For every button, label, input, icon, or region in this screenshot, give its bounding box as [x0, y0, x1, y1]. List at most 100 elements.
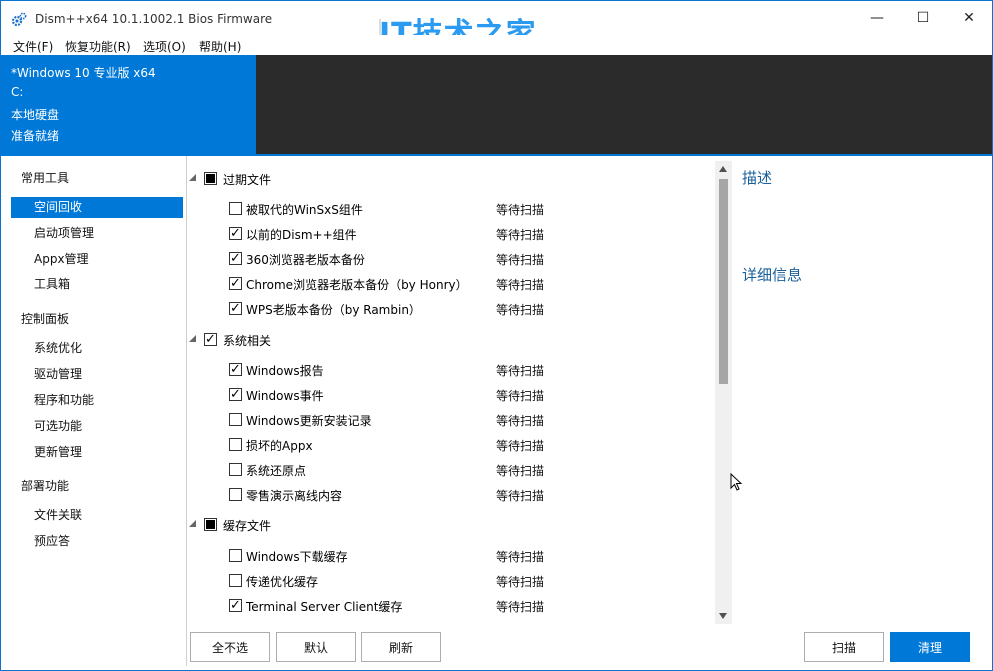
item-checkbox[interactable]: [229, 438, 242, 451]
group-header-outdated-files[interactable]: 过期文件: [187, 167, 707, 191]
item-checkbox[interactable]: [229, 277, 242, 290]
sidebar-item-file-association[interactable]: 文件关联: [11, 505, 183, 526]
scan-button[interactable]: 扫描: [804, 632, 884, 662]
item-label: Windows报告: [246, 364, 324, 378]
item-status: 等待扫描: [496, 389, 545, 403]
group-header-system[interactable]: 系统相关: [187, 328, 707, 352]
minimize-button[interactable]: —: [854, 1, 900, 35]
sidebar-category-common-tools: 常用工具: [21, 171, 70, 185]
sidebar-item-drivers[interactable]: 驱动管理: [11, 364, 183, 385]
item-checkbox[interactable]: [229, 488, 242, 501]
item-status: 等待扫描: [496, 600, 545, 614]
list-item[interactable]: Windows下载缓存 等待扫描: [187, 543, 707, 567]
disk-type: 本地硬盘: [11, 108, 60, 122]
item-checkbox[interactable]: [229, 574, 242, 587]
list-item[interactable]: Windows报告 等待扫描: [187, 357, 707, 381]
close-button[interactable]: ✕: [946, 1, 992, 35]
menu-options[interactable]: 选项(O): [143, 38, 186, 55]
menu-restore[interactable]: 恢复功能(R): [65, 38, 131, 55]
clean-button[interactable]: 清理: [890, 632, 970, 662]
sidebar-item-toolbox[interactable]: 工具箱: [11, 274, 183, 295]
sidebar-item-startup[interactable]: 启动项管理: [11, 223, 183, 244]
sidebar-item-system-optimize[interactable]: 系统优化: [11, 338, 183, 359]
sidebar-item-unattend[interactable]: 预应答: [11, 531, 183, 552]
item-status: 等待扫描: [496, 489, 545, 503]
deselect-all-button[interactable]: 全不选: [190, 632, 270, 662]
list-item[interactable]: 360浏览器老版本备份 等待扫描: [187, 246, 707, 270]
collapse-arrow-icon[interactable]: [189, 335, 196, 342]
list-item[interactable]: 被取代的WinSxS组件 等待扫描: [187, 196, 707, 220]
header-band: [256, 55, 992, 154]
item-checkbox[interactable]: [229, 363, 242, 376]
item-checkbox[interactable]: [229, 463, 242, 476]
list-item[interactable]: 损坏的Appx 等待扫描: [187, 432, 707, 456]
app-window: Dism++x64 10.1.1002.1 Bios Firmware IT技术…: [0, 0, 993, 671]
item-checkbox[interactable]: [229, 302, 242, 315]
list-item[interactable]: Windows事件 等待扫描: [187, 382, 707, 406]
item-checkbox[interactable]: [229, 227, 242, 240]
sidebar-item-appx[interactable]: Appx管理: [11, 249, 183, 270]
window-title: Dism++x64 10.1.1002.1 Bios Firmware: [35, 12, 273, 26]
os-name: *Windows 10 专业版 x64: [11, 66, 156, 80]
list-item[interactable]: 零售演示离线内容 等待扫描: [187, 482, 707, 506]
list-item[interactable]: Terminal Server Client缓存 等待扫描: [187, 593, 707, 617]
list-item[interactable]: 以前的Dism++组件 等待扫描: [187, 221, 707, 245]
list-item[interactable]: Chrome浏览器老版本备份（by Honry） 等待扫描: [187, 271, 707, 295]
item-label: 传递优化缓存: [246, 575, 319, 589]
sidebar-item-updates[interactable]: 更新管理: [11, 442, 183, 463]
item-status: 等待扫描: [496, 203, 545, 217]
item-status: 等待扫描: [496, 414, 545, 428]
item-status: 等待扫描: [496, 575, 545, 589]
group-label: 系统相关: [223, 334, 272, 348]
sidebar-category-deployment: 部署功能: [21, 479, 70, 493]
drive-letter: C:: [11, 85, 24, 99]
menu-help[interactable]: 帮助(H): [199, 38, 241, 55]
sidebar-item-space-cleanup[interactable]: 空间回收: [11, 197, 183, 218]
item-label: Terminal Server Client缓存: [246, 600, 403, 614]
vertical-scrollbar[interactable]: [715, 161, 732, 624]
list-item[interactable]: 传递优化缓存 等待扫描: [187, 568, 707, 592]
scroll-up-arrow-icon[interactable]: [719, 166, 727, 172]
group-checkbox[interactable]: [204, 518, 217, 531]
item-label: Windows事件: [246, 389, 324, 403]
item-checkbox[interactable]: [229, 599, 242, 612]
sidebar-item-programs[interactable]: 程序和功能: [11, 390, 183, 411]
refresh-button[interactable]: 刷新: [361, 632, 441, 662]
item-checkbox[interactable]: [229, 413, 242, 426]
list-item[interactable]: WPS老版本备份（by Rambin） 等待扫描: [187, 296, 707, 320]
details-heading: 详细信息: [742, 266, 803, 284]
mouse-cursor-icon: [730, 473, 742, 491]
list-item[interactable]: Windows更新安装记录 等待扫描: [187, 407, 707, 431]
title-bar[interactable]: Dism++x64 10.1.1002.1 Bios Firmware IT技术…: [1, 1, 992, 52]
group-header-cache[interactable]: 缓存文件: [187, 513, 707, 537]
scroll-down-arrow-icon[interactable]: [719, 613, 727, 619]
item-status: 等待扫描: [496, 439, 545, 453]
group-label: 过期文件: [223, 173, 272, 187]
system-info-panel[interactable]: *Windows 10 专业版 x64 C: 本地硬盘 准备就绪: [1, 55, 256, 154]
group-checkbox[interactable]: [204, 172, 217, 185]
item-label: 360浏览器老版本备份: [246, 253, 365, 267]
maximize-button[interactable]: ☐: [900, 1, 946, 35]
menu-file[interactable]: 文件(F): [13, 38, 53, 55]
group-checkbox[interactable]: [204, 333, 217, 346]
item-checkbox[interactable]: [229, 252, 242, 265]
item-label: 以前的Dism++组件: [246, 228, 357, 242]
item-status: 等待扫描: [496, 253, 545, 267]
item-status: 等待扫描: [496, 303, 545, 317]
item-checkbox[interactable]: [229, 388, 242, 401]
sidebar-item-optional-features[interactable]: 可选功能: [11, 416, 183, 437]
collapse-arrow-icon[interactable]: [189, 174, 196, 181]
list-item[interactable]: 系统还原点 等待扫描: [187, 457, 707, 481]
item-label: Chrome浏览器老版本备份（by Honry）: [246, 278, 468, 292]
item-checkbox[interactable]: [229, 549, 242, 562]
default-button[interactable]: 默认: [276, 632, 356, 662]
collapse-arrow-icon[interactable]: [189, 520, 196, 527]
sidebar-category-control-panel: 控制面板: [21, 312, 70, 326]
scrollbar-thumb[interactable]: [719, 179, 728, 384]
item-label: 被取代的WinSxS组件: [246, 203, 363, 217]
item-status: 等待扫描: [496, 464, 545, 478]
item-label: 损坏的Appx: [246, 439, 313, 453]
item-checkbox[interactable]: [229, 202, 242, 215]
item-status: 等待扫描: [496, 550, 545, 564]
gear-icon: [11, 12, 27, 27]
